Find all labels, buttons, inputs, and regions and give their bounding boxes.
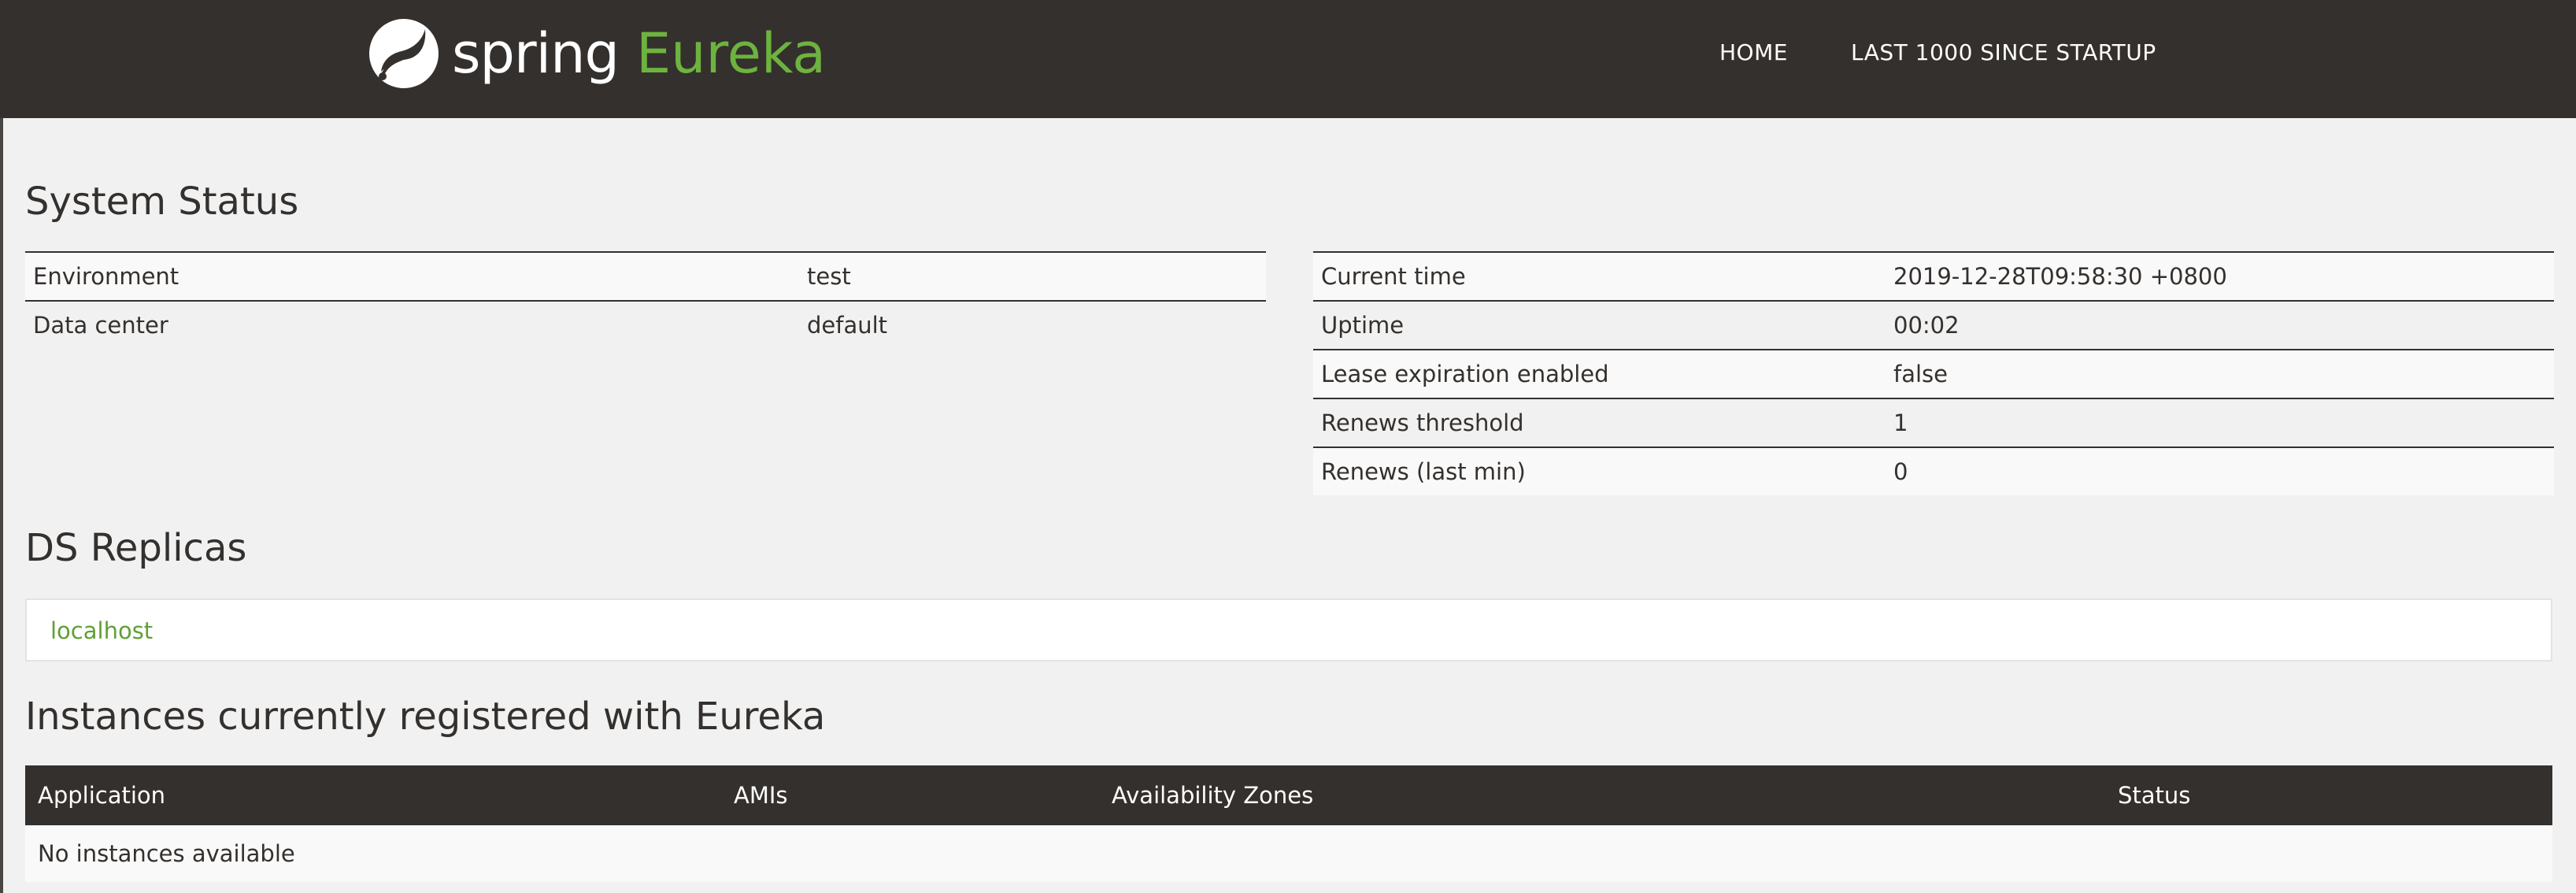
- nav-home-link[interactable]: HOME: [1719, 39, 1788, 65]
- system-status-right-table: Current time 2019-12-28T09:58:30 +0800 U…: [1313, 251, 2554, 495]
- ds-replicas-heading: DS Replicas: [25, 526, 247, 570]
- status-key: Uptime: [1313, 300, 1886, 350]
- column-header-amis: AMIs: [721, 765, 1099, 825]
- column-header-application: Application: [25, 765, 721, 825]
- nav-last-1000-link[interactable]: LAST 1000 SINCE STARTUP: [1851, 39, 2156, 65]
- spring-leaf-icon: [367, 17, 441, 91]
- status-key: Renews threshold: [1313, 398, 1886, 447]
- table-row: Renews (last min) 0: [1313, 446, 2554, 495]
- table-row: Lease expiration enabled false: [1313, 349, 2554, 398]
- status-key: Current time: [1313, 251, 1886, 301]
- status-value: 00:02: [1886, 300, 2554, 350]
- status-key: Environment: [25, 251, 799, 301]
- empty-instances-message: No instances available: [25, 825, 2552, 882]
- table-row: Renews threshold 1: [1313, 398, 2554, 447]
- top-navbar: spring Eureka HOME LAST 1000 SINCE START…: [0, 0, 2576, 118]
- status-key: Lease expiration enabled: [1313, 349, 1886, 398]
- status-value: 2019-12-28T09:58:30 +0800: [1886, 251, 2554, 301]
- nav-links: HOME LAST 1000 SINCE STARTUP: [1719, 39, 2156, 65]
- replica-link-localhost[interactable]: localhost: [50, 617, 153, 644]
- table-row: Uptime 00:02: [1313, 300, 2554, 350]
- status-value: 1: [1886, 398, 2554, 447]
- status-value: test: [799, 251, 1266, 301]
- system-status-left-table: Environment test Data center default: [25, 251, 1266, 349]
- table-row: Data center default: [25, 300, 1266, 349]
- status-value: false: [1886, 349, 2554, 398]
- brand-home-link[interactable]: spring Eureka: [367, 16, 826, 91]
- table-row: Current time 2019-12-28T09:58:30 +0800: [1313, 251, 2554, 301]
- column-header-availability-zones: Availability Zones: [1099, 765, 2105, 825]
- table-header-row: Application AMIs Availability Zones Stat…: [25, 765, 2552, 825]
- ds-replicas-list: localhost: [25, 598, 2552, 661]
- instances-heading: Instances currently registered with Eure…: [25, 695, 826, 739]
- column-header-status: Status: [2105, 765, 2552, 825]
- status-value: default: [799, 300, 1266, 349]
- window-left-edge: [0, 0, 3, 893]
- status-key: Renews (last min): [1313, 446, 1886, 495]
- brand-eureka-text: Eureka: [635, 21, 827, 86]
- table-row: Environment test: [25, 251, 1266, 301]
- status-value: 0: [1886, 446, 2554, 495]
- status-key: Data center: [25, 300, 799, 349]
- brand-spring-text: spring: [452, 21, 620, 86]
- table-row: No instances available: [25, 825, 2552, 882]
- system-status-heading: System Status: [25, 180, 299, 224]
- instances-table: Application AMIs Availability Zones Stat…: [25, 765, 2552, 882]
